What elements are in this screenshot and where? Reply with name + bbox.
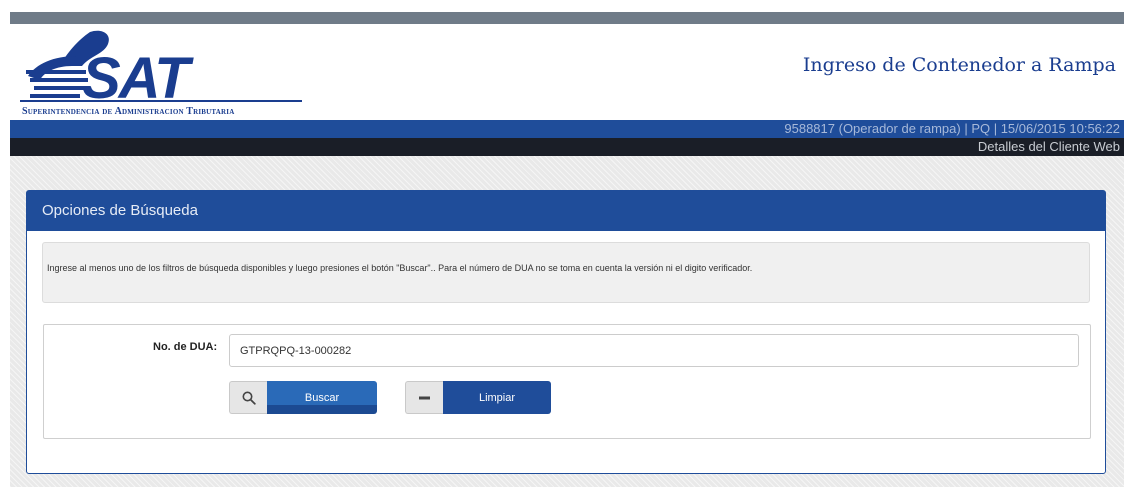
sat-logo-graphic: SAT <box>20 30 302 111</box>
clear-button-label: Limpiar <box>443 381 551 414</box>
top-strip <box>10 12 1124 24</box>
dua-label: No. de DUA: <box>153 341 218 353</box>
nav-bar: Detalles del Cliente Web <box>10 138 1124 156</box>
header: SAT Superintendencia de Administracion T… <box>10 24 1124 120</box>
panel-title: Opciones de Búsqueda <box>42 202 198 219</box>
page-title: Ingreso de Contenedor a Rampa <box>802 54 1116 76</box>
search-button[interactable]: Buscar <box>229 381 377 414</box>
panel-heading: Opciones de Búsqueda <box>27 191 1105 231</box>
logo-subtitle: Superintendencia de Administracion Tribu… <box>22 106 235 117</box>
search-icon <box>229 381 267 414</box>
sat-logo: SAT Superintendencia de Administracion T… <box>20 26 310 118</box>
minus-icon <box>405 381 443 414</box>
user-session-info: 9588817 (Operador de rampa) | PQ | 15/06… <box>784 121 1120 136</box>
sat-logo-text: SAT <box>82 46 194 106</box>
clear-button[interactable]: Limpiar <box>405 381 551 414</box>
instructions-text: Ingrese al menos uno de los filtros de b… <box>47 263 753 273</box>
client-details-link[interactable]: Detalles del Cliente Web <box>978 139 1120 154</box>
search-options-panel: Opciones de Búsqueda Ingrese al menos un… <box>26 190 1106 474</box>
search-button-label: Buscar <box>267 381 377 414</box>
user-info-bar: 9588817 (Operador de rampa) | PQ | 15/06… <box>10 120 1124 138</box>
dua-input[interactable] <box>229 334 1079 367</box>
